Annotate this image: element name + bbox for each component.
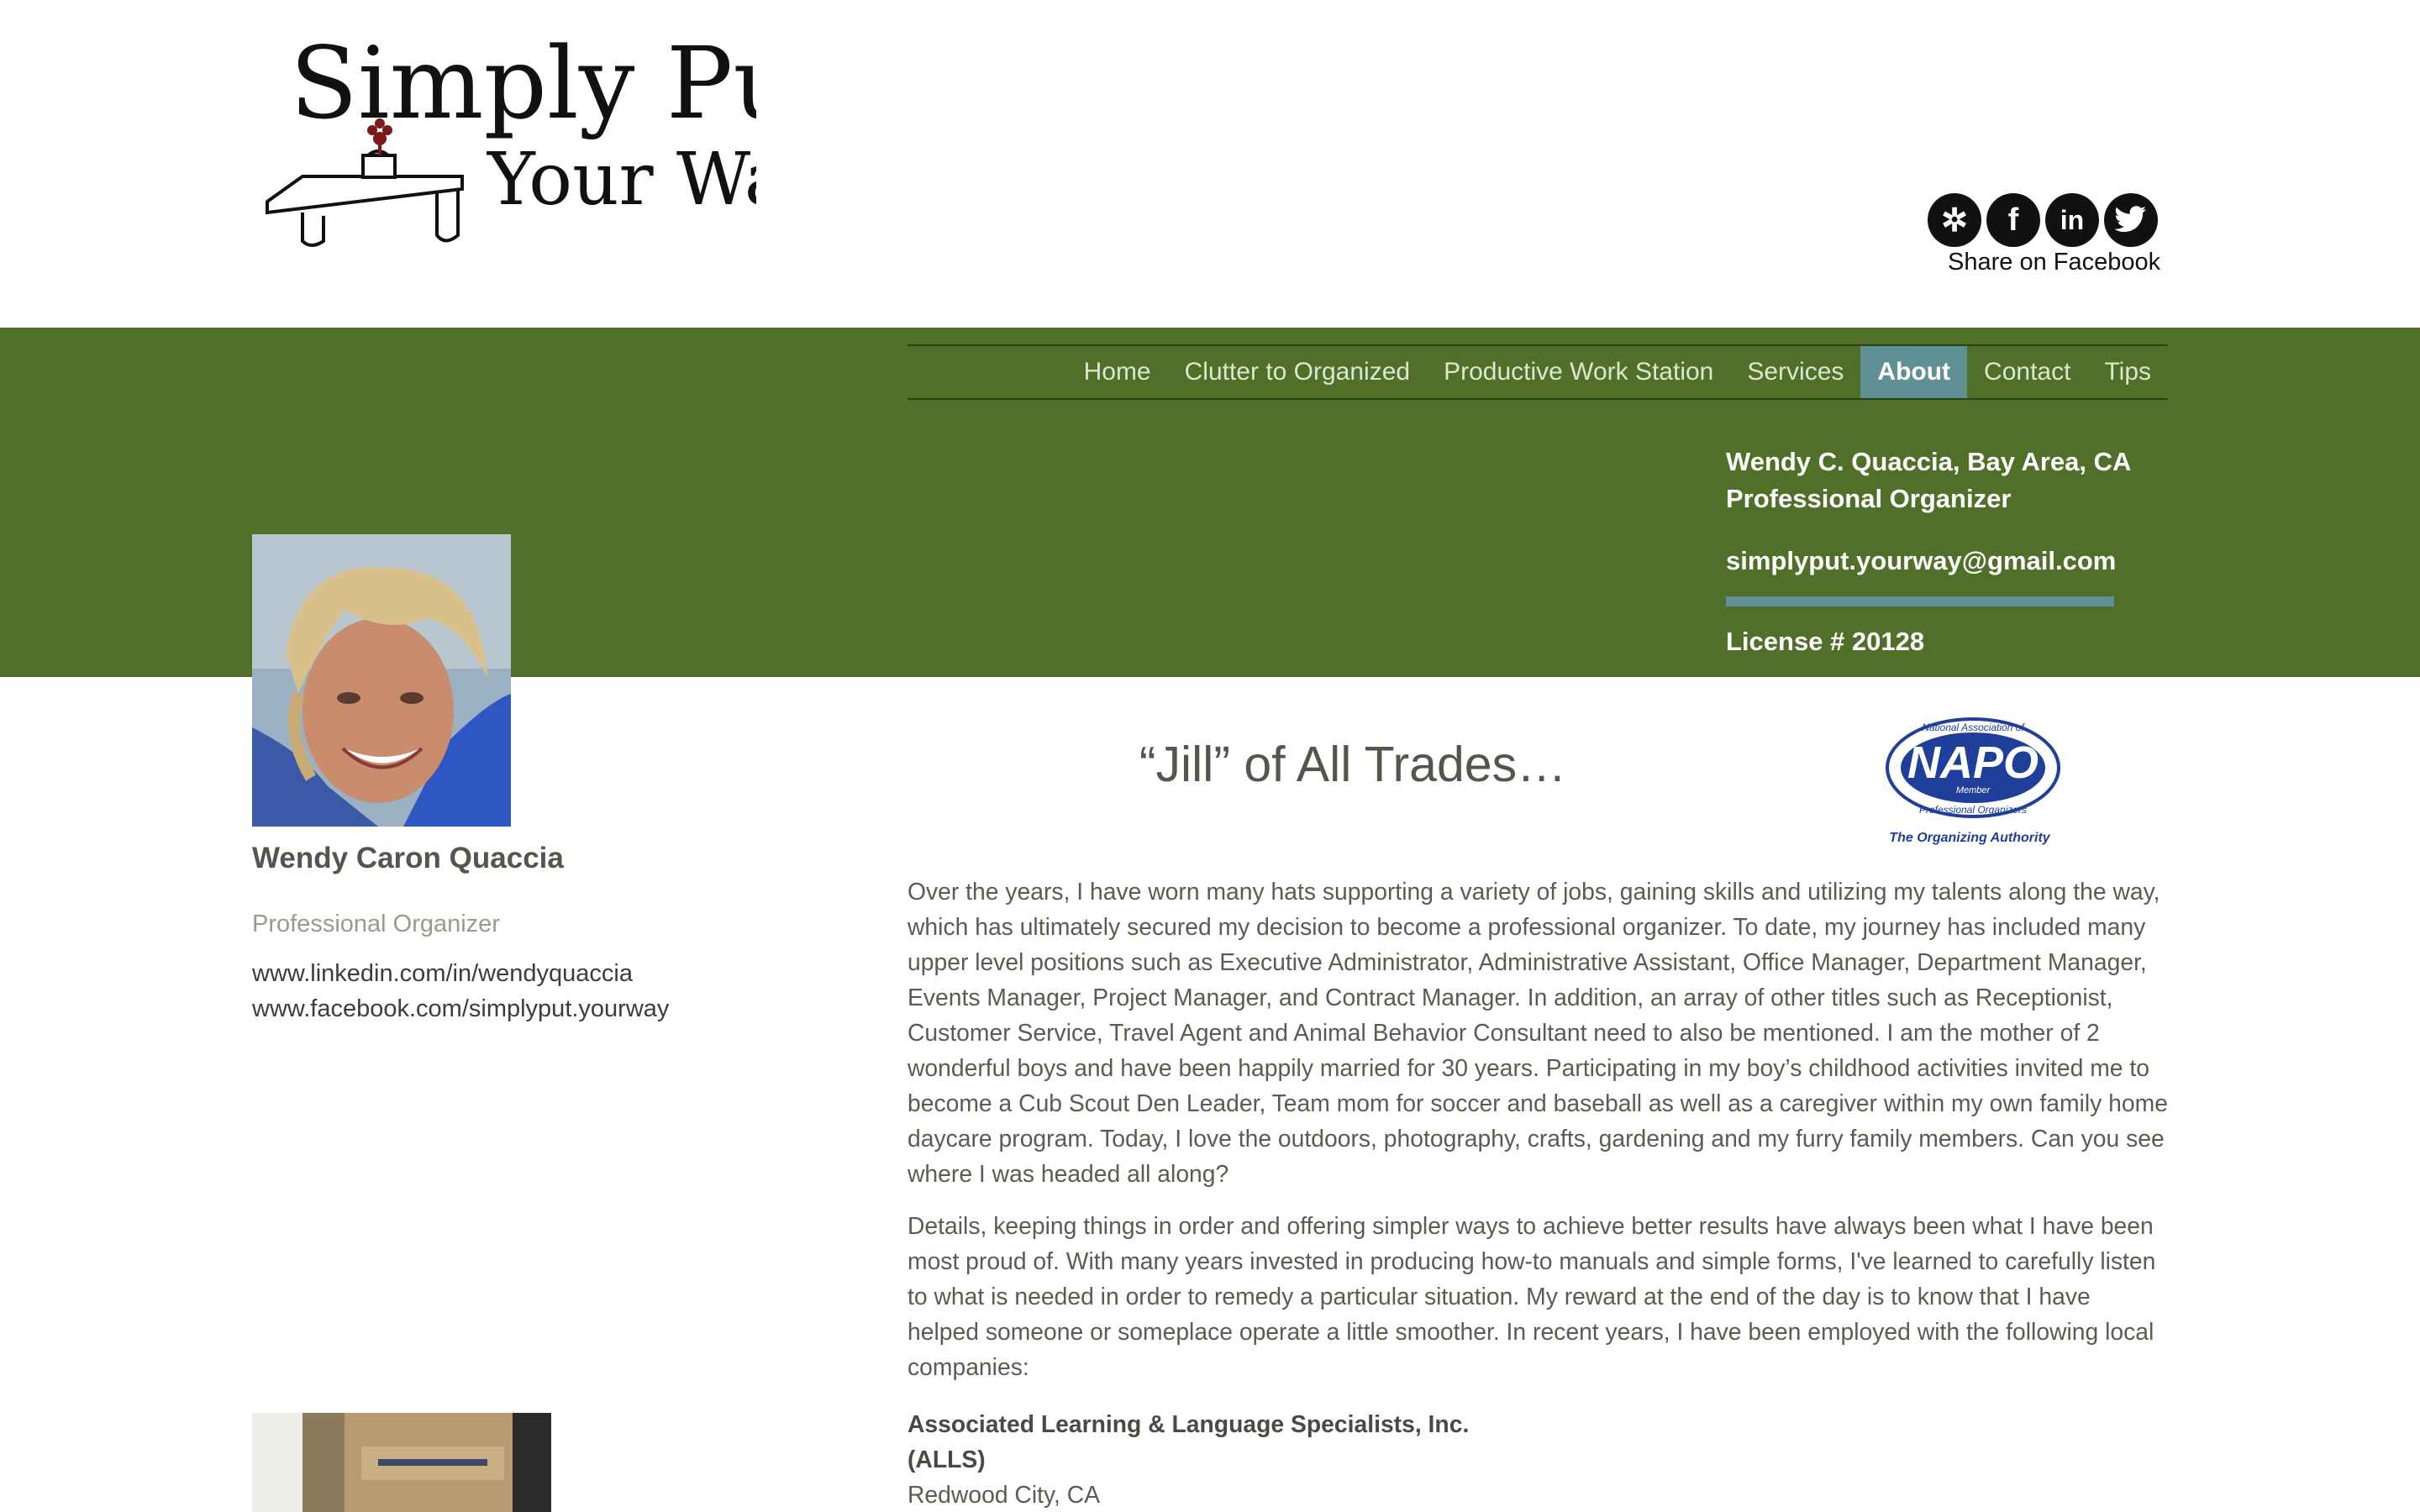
nav-productive-work-station[interactable]: Productive Work Station — [1427, 346, 1730, 398]
nav-home[interactable]: Home — [1067, 346, 1168, 398]
profile-links: www.linkedin.com/in/wendyquaccia www.fac… — [252, 956, 669, 1026]
linkedin-link[interactable]: www.linkedin.com/in/wendyquaccia — [252, 956, 669, 991]
share-on-facebook-link[interactable]: Share on Facebook — [1948, 249, 2160, 276]
contact-divider — [1726, 596, 2114, 606]
social-icons: ✲ f in — [1928, 193, 2163, 252]
logo-line2: Your Way — [487, 138, 756, 222]
contact-title: Professional Organizer — [1726, 484, 2012, 513]
yelp-icon[interactable]: ✲ — [1928, 193, 1981, 247]
nav-contact[interactable]: Contact — [1967, 346, 2087, 398]
facebook-link[interactable]: www.facebook.com/simplyput.yourway — [252, 991, 669, 1026]
linkedin-icon[interactable]: in — [2045, 193, 2099, 247]
napo-tagline: The Organizing Authority — [1889, 831, 2051, 845]
about-content: Over the years, I have worn many hats su… — [908, 874, 2168, 1512]
napo-name: NAPO — [1907, 738, 2039, 788]
about-paragraph-1: Over the years, I have worn many hats su… — [908, 878, 2168, 1187]
shelf-illustration — [266, 150, 464, 247]
company-entry: Associated Learning & Language Specialis… — [908, 1406, 2168, 1512]
contact-name: Wendy C. Quaccia, Bay Area, CA — [1726, 447, 2132, 476]
site-logo[interactable]: Simply Put Your Way — [252, 21, 837, 265]
logo-line1: Simply Put — [290, 25, 756, 141]
napo-member-badge[interactable]: National Association of NAPO Member Prof… — [1881, 716, 2065, 850]
napo-top-text: National Association of — [1922, 722, 2025, 733]
company-location: Redwood City, CA — [908, 1481, 1101, 1508]
page-heading: “Jill” of All Trades… — [1139, 737, 1567, 792]
contact-email-link[interactable]: simplyput.yourway@gmail.com — [1726, 546, 2163, 576]
nav-about[interactable]: About — [1860, 346, 1968, 398]
company-abbr: (ALLS) — [908, 1446, 986, 1473]
nav-clutter-to-organized[interactable]: Clutter to Organized — [1168, 346, 1427, 398]
about-paragraph-2: Details, keeping things in order and off… — [908, 1212, 2156, 1380]
boxes-photo — [252, 1413, 551, 1512]
napo-member: Member — [1956, 785, 1991, 795]
contact-license: License # 20128 — [1726, 627, 1925, 656]
main-nav: Home Clutter to Organized Productive Wor… — [908, 344, 2168, 400]
profile-name: Wendy Caron Quaccia — [252, 842, 564, 874]
twitter-icon[interactable] — [2104, 193, 2158, 247]
nav-services[interactable]: Services — [1730, 346, 1860, 398]
company-name: Associated Learning & Language Specialis… — [908, 1410, 1470, 1437]
nav-tips[interactable]: Tips — [2087, 346, 2168, 398]
profile-title: Professional Organizer — [252, 911, 500, 937]
profile-photo — [252, 534, 511, 827]
contact-block: Wendy C. Quaccia, Bay Area, CA Professio… — [1726, 444, 2163, 657]
facebook-icon[interactable]: f — [1986, 193, 2040, 247]
napo-bottom-text: Professional Organizers — [1919, 804, 2027, 816]
